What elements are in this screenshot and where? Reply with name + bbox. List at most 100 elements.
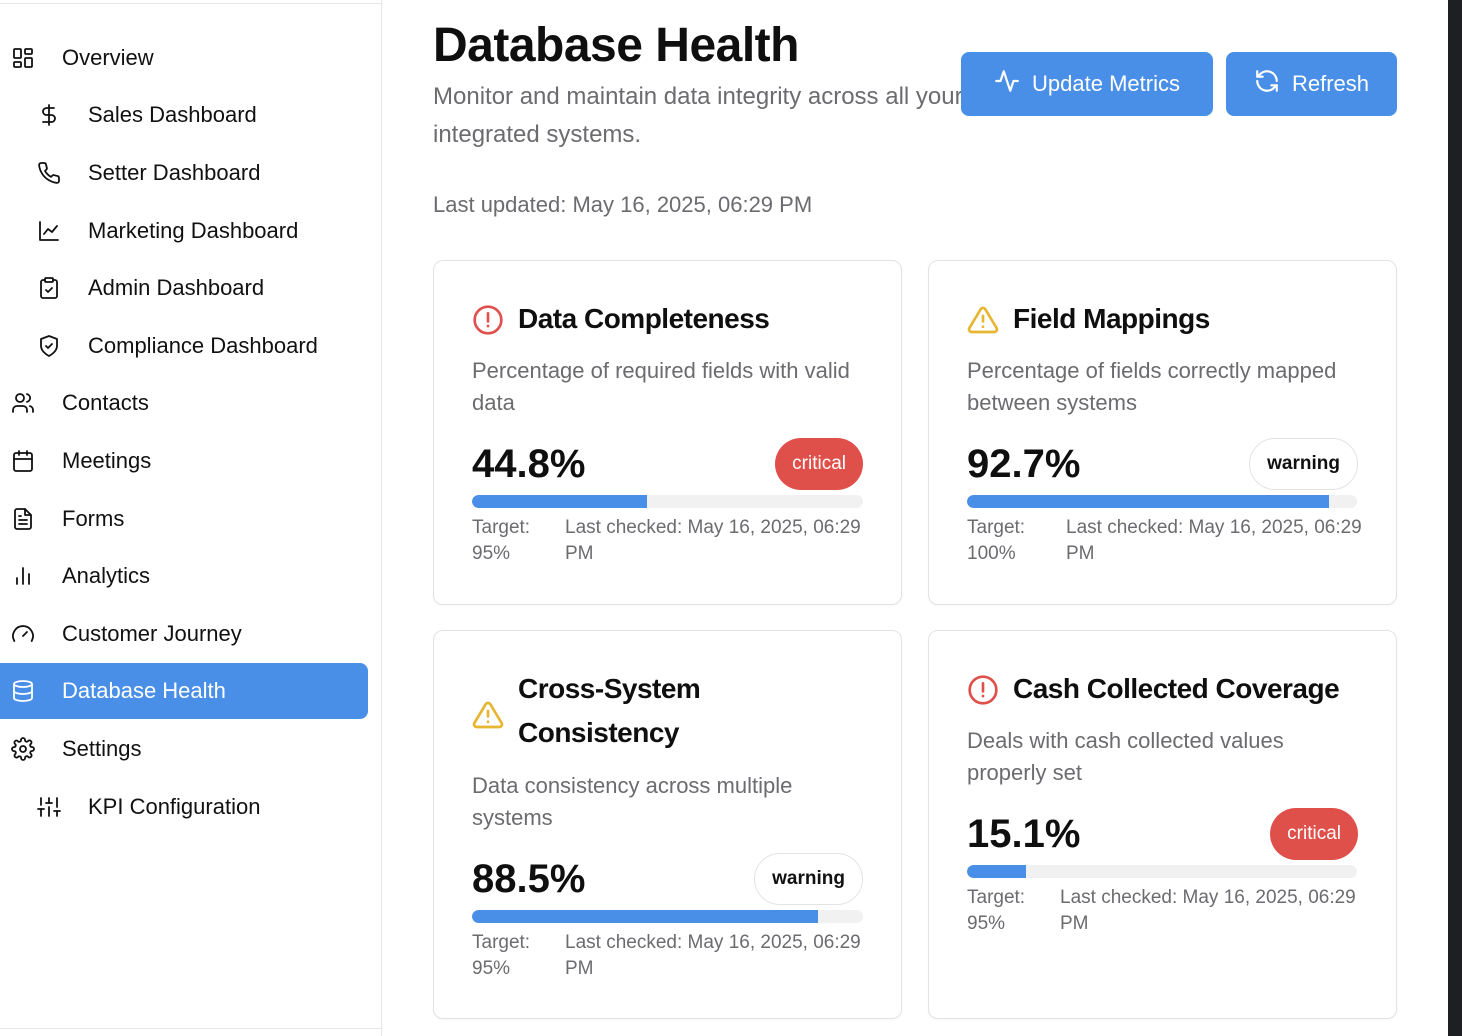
metric-value: 15.1% <box>967 812 1081 856</box>
sidebar-item-contacts[interactable]: Contacts <box>0 375 368 431</box>
update-metrics-button[interactable]: Update Metrics <box>961 52 1213 116</box>
refresh-label: Refresh <box>1291 71 1370 96</box>
sidebar-item-settings[interactable]: Settings <box>0 721 368 777</box>
sidebar: Overview Sales Dashboard Setter Dashboar… <box>0 0 382 1036</box>
card-title: Field Mappings <box>1013 303 1210 334</box>
sidebar-top-divider <box>0 3 382 4</box>
card-description: Deals with cash collected values properl… <box>967 728 1284 785</box>
metric-value: 88.5% <box>472 857 586 901</box>
card-title: Cross-System Consistency <box>518 673 701 748</box>
card-description: Percentage of required fields with valid… <box>472 358 850 415</box>
target-text: Target: 100% <box>967 517 1026 564</box>
alert-circle-icon <box>472 304 504 336</box>
gauge-icon <box>10 621 36 647</box>
progress-bar <box>472 495 863 508</box>
database-icon <box>10 678 36 704</box>
sidebar-item-setter-dashboard[interactable]: Setter Dashboard <box>0 145 368 201</box>
sidebar-item-label: Setter Dashboard <box>88 160 261 185</box>
sidebar-item-forms[interactable]: Forms <box>0 491 368 547</box>
sidebar-item-marketing-dashboard[interactable]: Marketing Dashboard <box>0 203 368 259</box>
sidebar-item-label: Settings <box>62 736 142 761</box>
refresh-icon <box>1254 68 1280 100</box>
refresh-button[interactable]: Refresh <box>1226 52 1397 116</box>
card-header: Cross-System Consistency <box>472 671 758 755</box>
page-title: Database Health <box>433 19 799 72</box>
sidebar-item-analytics[interactable]: Analytics <box>0 548 368 604</box>
progress-fill <box>472 495 648 508</box>
metric-card-field-mappings: Field Mappings Percentage of fields corr… <box>928 260 1397 605</box>
sidebar-item-label: Forms <box>62 506 125 531</box>
users-icon <box>10 390 36 416</box>
sidebar-item-customer-journey[interactable]: Customer Journey <box>0 606 368 662</box>
progress-fill <box>472 910 819 923</box>
sidebar-item-label: Admin Dashboard <box>88 275 265 300</box>
shield-check-icon <box>36 333 62 359</box>
progress-fill <box>967 495 1329 508</box>
status-badge: critical <box>1270 808 1358 860</box>
last-updated-text: Last updated: May 16, 2025, 06:29 PM <box>433 192 813 217</box>
alert-triangle-icon <box>472 699 504 731</box>
last-checked-text: Last checked: May 16, 2025, 06:29 PM <box>1060 887 1356 934</box>
sidebar-item-label: Overview <box>62 45 154 70</box>
card-title: Cash Collected Coverage <box>1013 673 1340 704</box>
metric-card-cross-system-consistency: Cross-System Consistency Data consistenc… <box>433 630 902 1019</box>
sidebar-item-sales-dashboard[interactable]: Sales Dashboard <box>0 87 368 143</box>
sidebar-item-label: Sales Dashboard <box>88 102 257 127</box>
activity-icon <box>994 68 1020 100</box>
window-edge <box>1448 0 1462 1036</box>
main-content: Database Health Monitor and maintain dat… <box>383 0 1448 1036</box>
card-title: Data Completeness <box>518 303 770 334</box>
card-description: Percentage of fields correctly mapped be… <box>967 358 1337 415</box>
sidebar-item-label: Analytics <box>62 563 151 588</box>
sidebar-item-compliance-dashboard[interactable]: Compliance Dashboard <box>0 318 368 374</box>
gear-icon <box>10 736 36 762</box>
card-header: Field Mappings <box>967 301 1210 341</box>
sidebar-item-meetings[interactable]: Meetings <box>0 433 368 489</box>
sidebar-item-label: Customer Journey <box>62 621 242 646</box>
file-text-icon <box>10 506 36 532</box>
status-badge: critical <box>775 438 863 490</box>
sliders-icon <box>36 794 62 820</box>
card-header: Data Completeness <box>472 301 770 341</box>
progress-fill <box>967 865 1026 878</box>
phone-icon <box>36 160 62 186</box>
sidebar-item-admin-dashboard[interactable]: Admin Dashboard <box>0 260 368 316</box>
clipboard-check-icon <box>36 275 62 301</box>
alert-triangle-icon <box>967 304 999 336</box>
target-text: Target: 95% <box>967 887 1026 934</box>
progress-bar <box>967 495 1357 508</box>
dollar-icon <box>36 102 62 128</box>
update-metrics-label: Update Metrics <box>1032 71 1180 96</box>
bar-chart-icon <box>10 563 36 589</box>
sidebar-item-label: Contacts <box>62 390 149 415</box>
calendar-icon <box>10 448 36 474</box>
target-text: Target: 95% <box>472 517 531 564</box>
last-checked-text: Last checked: May 16, 2025, 06:29 PM <box>565 932 861 979</box>
sidebar-item-kpi-configuration[interactable]: KPI Configuration <box>0 779 368 835</box>
line-chart-icon <box>36 218 62 244</box>
sidebar-item-label: Marketing Dashboard <box>88 218 299 243</box>
progress-bar <box>967 865 1357 878</box>
last-checked-text: Last checked: May 16, 2025, 06:29 PM <box>1066 517 1362 564</box>
sidebar-item-label: KPI Configuration <box>88 794 261 819</box>
progress-bar <box>472 910 863 923</box>
card-description: Data consistency across multiple systems <box>472 773 793 830</box>
sidebar-item-overview[interactable]: Overview <box>0 30 368 86</box>
target-text: Target: 95% <box>472 932 531 979</box>
sidebar-bottom-divider <box>0 1028 382 1029</box>
status-badge: warning <box>1249 438 1358 490</box>
status-badge: warning <box>754 853 863 905</box>
sidebar-item-label: Compliance Dashboard <box>88 333 318 358</box>
layout-grid-icon <box>10 45 36 71</box>
metric-card-data-completeness: Data Completeness Percentage of required… <box>433 260 902 605</box>
metric-card-cash-collected-coverage: Cash Collected Coverage Deals with cash … <box>928 630 1397 1019</box>
card-header: Cash Collected Coverage <box>967 671 1340 711</box>
page-subtitle: Monitor and maintain data integrity acro… <box>433 83 963 148</box>
sidebar-item-database-health[interactable]: Database Health <box>0 663 368 719</box>
last-checked-text: Last checked: May 16, 2025, 06:29 PM <box>565 517 861 564</box>
sidebar-item-label: Database Health <box>62 678 226 703</box>
alert-circle-icon <box>967 674 999 706</box>
sidebar-item-label: Meetings <box>62 448 152 473</box>
metric-value: 92.7% <box>967 442 1081 486</box>
metric-value: 44.8% <box>472 442 586 486</box>
